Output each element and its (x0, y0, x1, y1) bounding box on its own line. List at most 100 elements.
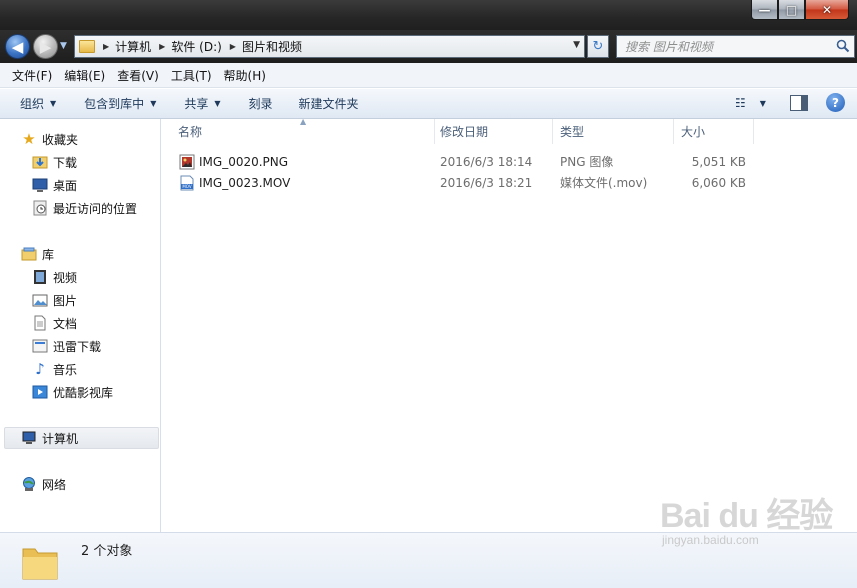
sidebar-group-label: 网络 (42, 477, 67, 492)
youku-library-icon (32, 384, 48, 400)
column-header-size[interactable]: 大小 (674, 119, 754, 144)
search-input[interactable] (625, 39, 825, 54)
breadcrumb-current-folder[interactable]: 图片和视频 (242, 38, 302, 55)
organize-button[interactable]: 组织 ▼ (12, 95, 64, 112)
sidebar-item-music[interactable]: ♪ 音乐 (32, 358, 77, 380)
breadcrumb-computer[interactable]: 计算机 (115, 38, 151, 55)
menu-file[interactable]: 文件(F) (6, 67, 58, 84)
sidebar-item-recent-places[interactable]: 最近访问的位置 (32, 197, 137, 219)
file-size: 5,051 KB (691, 154, 746, 169)
xunlei-library-icon (32, 338, 48, 354)
search-box[interactable] (616, 35, 855, 58)
navigation-bar: ◀ ▶ ▼ ▶ 计算机 ▶ 软件 (D:) ▶ 图片和视频 ▼ ↻ (0, 30, 857, 63)
sidebar-group-favorites[interactable]: ★ 收藏夹 (21, 128, 78, 150)
new-folder-button[interactable]: 新建文件夹 (291, 95, 367, 112)
menu-edit[interactable]: 编辑(E) (58, 67, 111, 84)
minimize-button[interactable]: — (751, 0, 778, 20)
menu-tools[interactable]: 工具(T) (165, 67, 218, 84)
menu-view[interactable]: 查看(V) (111, 67, 165, 84)
preview-pane-icon[interactable] (790, 95, 808, 111)
network-globe-icon (21, 476, 37, 492)
burn-button[interactable]: 刻录 (241, 95, 281, 112)
sidebar-item-downloads[interactable]: 下载 (32, 151, 77, 173)
maximize-button[interactable]: □ (778, 0, 805, 20)
help-icon[interactable]: ? (826, 93, 845, 112)
sidebar-group-libraries[interactable]: 库 (21, 243, 54, 265)
recent-pages-dropdown[interactable]: ▼ (60, 41, 67, 51)
sidebar-group-network[interactable]: 网络 (21, 473, 66, 495)
sidebar-group-label: 计算机 (42, 431, 79, 446)
address-dropdown[interactable]: ▼ (573, 40, 580, 50)
command-bar: 组织 ▼ 包含到库中 ▼ 共享 ▼ 刻录 新建文件夹 ☷ ▼ ? (0, 89, 857, 119)
caption-buttons: — □ ✕ (751, 0, 849, 20)
sidebar-group-label: 收藏夹 (42, 132, 79, 147)
sidebar-item-videos[interactable]: 视频 (32, 266, 77, 288)
folder-icon (79, 40, 95, 53)
file-row[interactable]: MOV IMG_0023.MOV 2016/6/3 18:21 媒体文件(.mo… (161, 172, 857, 193)
sort-ascending-icon: ▲ (300, 117, 307, 126)
watermark-logo: Bai du 经验 (660, 497, 833, 535)
video-library-icon (32, 269, 48, 285)
sidebar-item-label: 文档 (53, 316, 78, 331)
back-button[interactable]: ◀ (5, 34, 30, 59)
file-name-cell[interactable]: IMG_0020.PNG (179, 151, 429, 172)
file-name: IMG_0023.MOV (199, 175, 291, 190)
column-header-label: 名称 (178, 125, 203, 139)
include-in-library-button[interactable]: 包含到库中 ▼ (76, 95, 164, 112)
sidebar-item-desktop[interactable]: 桌面 (32, 174, 77, 196)
chevron-down-icon: ▼ (150, 99, 157, 108)
file-name: IMG_0020.PNG (199, 154, 289, 169)
column-header-type[interactable]: 类型 (553, 119, 674, 144)
chevron-down-icon: ▼ (214, 99, 221, 108)
view-list-icon: ☷ (735, 96, 746, 110)
file-name-cell[interactable]: MOV IMG_0023.MOV (179, 172, 429, 193)
music-note-icon: ♪ (35, 360, 45, 378)
sidebar-item-documents[interactable]: 文档 (32, 312, 77, 334)
sidebar-item-pictures[interactable]: 图片 (32, 289, 77, 311)
libraries-icon (21, 246, 37, 262)
breadcrumb-separator[interactable]: ▶ (159, 42, 165, 51)
desktop-icon (32, 177, 48, 193)
column-header-label: 修改日期 (440, 125, 489, 139)
downloads-folder-icon (32, 154, 48, 170)
column-header-label: 大小 (681, 125, 706, 139)
png-image-icon (179, 154, 195, 169)
item-count: 2 个对象 (81, 544, 133, 559)
file-row[interactable]: IMG_0020.PNG 2016/6/3 18:14 PNG 图像 5,051… (161, 151, 857, 172)
refresh-button[interactable]: ↻ (587, 35, 609, 58)
include-in-library-label: 包含到库中 (84, 97, 145, 111)
recent-places-icon (32, 200, 48, 216)
forward-button[interactable]: ▶ (33, 34, 58, 59)
star-icon: ★ (22, 130, 36, 148)
document-library-icon (32, 315, 48, 331)
folder-icon (22, 548, 58, 580)
sidebar-item-xunlei-downloads[interactable]: 迅雷下载 (32, 335, 101, 357)
chevron-down-icon: ▼ (759, 98, 766, 108)
sidebar-item-label: 迅雷下载 (53, 339, 102, 354)
change-view-button[interactable]: ☷ ▼ (735, 96, 766, 110)
close-button[interactable]: ✕ (805, 0, 849, 20)
organize-label: 组织 (20, 97, 45, 111)
share-button[interactable]: 共享 ▼ (176, 95, 228, 112)
file-list-pane[interactable]: 名称 ▲ 修改日期 类型 大小 IMG_0020.PNG 2016/6/3 18… (161, 117, 857, 532)
breadcrumb-separator[interactable]: ▶ (103, 42, 109, 51)
address-bar[interactable]: ▶ 计算机 ▶ 软件 (D:) ▶ 图片和视频 ▼ (74, 35, 585, 58)
sidebar-item-youku-library[interactable]: 优酷影视库 (32, 381, 113, 403)
sidebar-item-label: 下载 (53, 155, 78, 170)
window-title-bar[interactable]: — □ ✕ (0, 0, 857, 30)
menu-bar: 文件(F) 编辑(E) 查看(V) 工具(T) 帮助(H) (0, 63, 857, 88)
mov-video-icon: MOV (180, 175, 194, 190)
file-type: 媒体文件(.mov) (560, 176, 648, 190)
share-label: 共享 (184, 97, 209, 111)
sidebar-group-label: 库 (42, 247, 55, 262)
sidebar-item-label: 图片 (53, 293, 78, 308)
column-header-date-modified[interactable]: 修改日期 (433, 119, 553, 144)
file-date-modified: 2016/6/3 18:21 (440, 175, 533, 190)
breadcrumb-separator[interactable]: ▶ (230, 42, 236, 51)
baidu-jingyan-watermark: Bai du 经验 jingyan.baidu.com (660, 488, 833, 547)
sidebar-item-label: 最近访问的位置 (53, 201, 138, 216)
search-icon[interactable] (836, 39, 850, 53)
sidebar-group-computer[interactable]: 计算机 (21, 427, 78, 449)
breadcrumb-drive-d[interactable]: 软件 (D:) (171, 38, 221, 55)
menu-help[interactable]: 帮助(H) (218, 67, 272, 84)
